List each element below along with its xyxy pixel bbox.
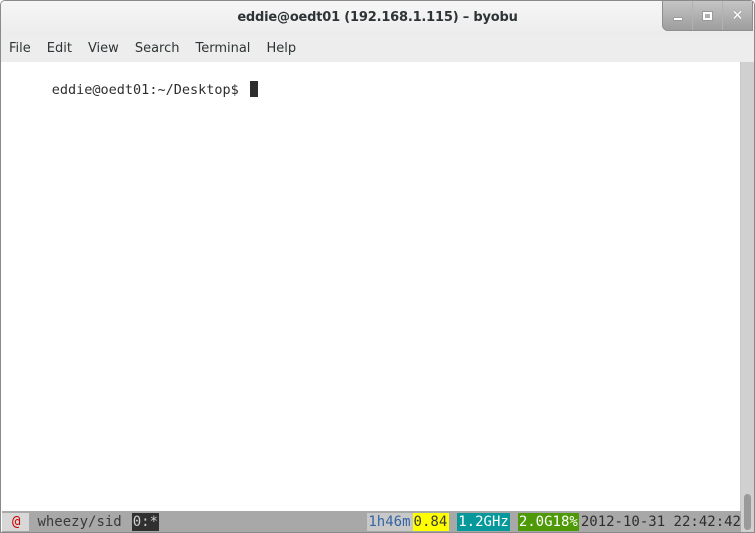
date-time: 2012-10-31 22:42:42 — [580, 513, 741, 530]
maximize-icon — [702, 10, 713, 21]
load-average: 0.84 — [412, 512, 450, 531]
menu-bar: File Edit View Search Terminal Help — [1, 35, 754, 62]
prompt-line: eddie@oedt01:~/Desktop$ — [3, 63, 258, 117]
menu-file[interactable]: File — [9, 41, 31, 56]
release-info: wheezy/sid — [37, 513, 122, 530]
scrollbar-thumb[interactable] — [744, 494, 751, 530]
byobu-logo: @ — [2, 512, 30, 531]
maximize-button[interactable] — [692, 1, 722, 30]
title-bar[interactable]: eddie@oedt01 (192.168.1.115) – byobu ✕ — [1, 1, 754, 35]
menu-terminal[interactable]: Terminal — [195, 41, 250, 56]
minimize-icon — [673, 17, 682, 20]
cpu-frequency: 1.2GHz — [457, 512, 510, 531]
shell-prompt: eddie@oedt01:~/Desktop$ — [51, 82, 247, 98]
window-controls: ✕ — [662, 1, 753, 31]
memory-usage: 2.0G18% — [517, 512, 579, 531]
close-button[interactable]: ✕ — [722, 1, 752, 30]
vertical-scrollbar[interactable] — [740, 62, 754, 532]
terminal-window: eddie@oedt01 (192.168.1.115) – byobu ✕ F… — [0, 0, 755, 533]
byobu-status-bar: @ wheezy/sid 0:* 1h46m 0.84 1.2GHz 2.0G1… — [2, 511, 741, 532]
menu-help[interactable]: Help — [266, 41, 296, 56]
menu-edit[interactable]: Edit — [47, 41, 72, 56]
window-indicator[interactable]: 0:* — [131, 512, 160, 531]
menu-search[interactable]: Search — [135, 41, 180, 56]
text-cursor — [249, 81, 258, 97]
uptime: 1h46m — [367, 512, 413, 531]
close-icon: ✕ — [731, 7, 744, 24]
minimize-button[interactable] — [663, 1, 692, 30]
menu-view[interactable]: View — [88, 41, 119, 56]
window-title: eddie@oedt01 (192.168.1.115) – byobu — [237, 10, 518, 25]
terminal-area[interactable]: eddie@oedt01:~/Desktop$ — [1, 62, 741, 532]
